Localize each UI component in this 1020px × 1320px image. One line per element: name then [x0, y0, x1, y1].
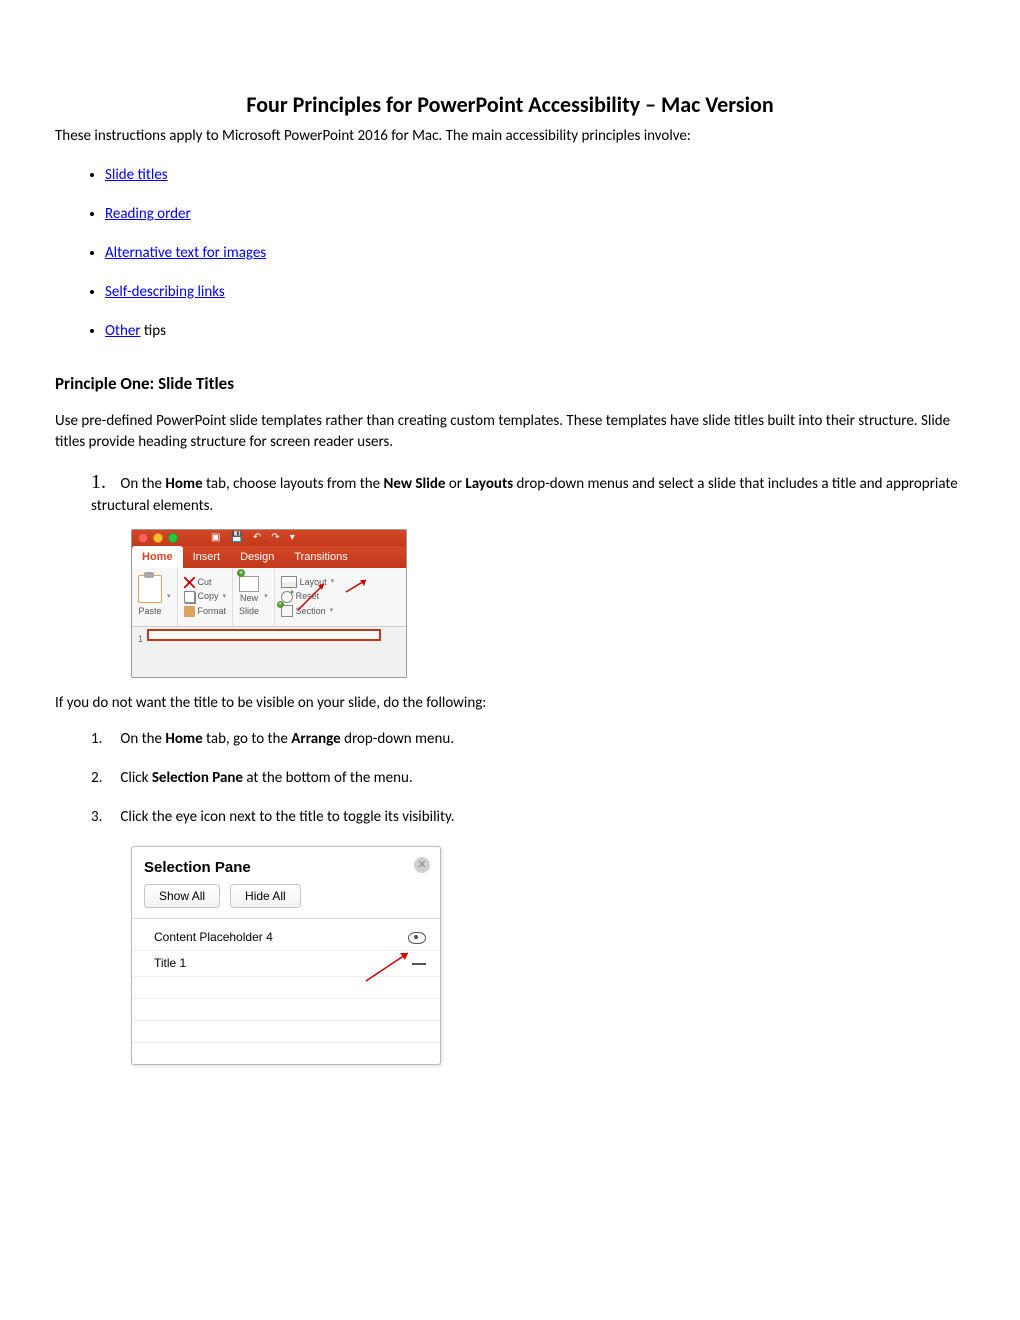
close-icon: ✕ — [414, 857, 430, 873]
qat-icon: ▣ — [211, 531, 220, 545]
tab-home: Home — [132, 546, 183, 568]
window-min-icon — [153, 533, 163, 543]
format-painter-icon — [184, 606, 195, 617]
selection-item-content-placeholder: Content Placeholder 4 — [132, 925, 440, 950]
tab-design: Design — [230, 546, 284, 568]
hide-step-1: 1. On the Home tab, go to the Arrange dr… — [91, 729, 965, 750]
new-slide-label: NewSlide — [239, 592, 259, 617]
link-slide-titles[interactable]: Slide titles — [105, 166, 168, 184]
other-rest: tips — [141, 322, 166, 340]
paste-label: Paste — [138, 605, 162, 618]
page-title: Four Principles for PowerPoint Accessibi… — [55, 90, 965, 121]
eye-visible-icon — [408, 932, 426, 944]
intro-text: These instructions apply to Microsoft Po… — [55, 126, 965, 147]
ribbon-screenshot: ▣ 💾 ↶ ↷ ▾ Home Insert Design Transitions… — [131, 529, 407, 678]
annotation-arrow-icon — [346, 578, 368, 594]
slide-thumbnail — [149, 631, 379, 639]
show-all-button: Show All — [144, 884, 220, 909]
chevron-down-icon: ▾ — [264, 592, 268, 602]
chevron-down-icon: ▾ — [167, 592, 171, 602]
qat-more-icon: ▾ — [290, 531, 295, 545]
window-close-icon — [138, 533, 148, 543]
selection-item-title: Title 1 — [132, 950, 440, 976]
hide-title-intro: If you do not want the title to be visib… — [55, 693, 965, 714]
hide-step-2: 2. Click Selection Pane at the bottom of… — [91, 768, 965, 789]
link-alt-text[interactable]: Alternative text for images — [105, 244, 266, 262]
hide-step-3: 3. Click the eye icon next to the title … — [91, 807, 965, 828]
section-icon — [281, 605, 293, 617]
new-slide-icon — [239, 576, 259, 592]
paste-icon — [138, 575, 162, 603]
slide-number: 1 — [138, 633, 143, 646]
link-self-describing[interactable]: Self-describing links — [105, 283, 225, 301]
save-icon: 💾 — [230, 531, 242, 545]
selection-pane-title: Selection Pane — [132, 847, 440, 884]
undo-icon: ↶ — [253, 531, 261, 545]
copy-icon — [184, 591, 195, 603]
redo-icon: ↷ — [271, 531, 279, 545]
window-max-icon — [168, 533, 178, 543]
cut-icon — [184, 577, 195, 588]
principle-one-heading: Principle One: Slide Titles — [55, 372, 965, 396]
tab-transitions: Transitions — [284, 546, 357, 568]
hide-all-button: Hide All — [230, 884, 301, 909]
selection-pane-screenshot: ✕ Selection Pane Show All Hide All Conte… — [131, 846, 441, 1065]
link-other[interactable]: Other — [105, 322, 141, 340]
eye-hidden-icon — [412, 963, 426, 965]
layout-icon — [281, 576, 297, 588]
step-1: 1. On the Home tab, choose layouts from … — [91, 468, 965, 517]
principle-one-body: Use pre-defined PowerPoint slide templat… — [55, 411, 965, 453]
link-reading-order[interactable]: Reading order — [105, 205, 191, 223]
principles-list: Slide titles Reading order Alternative t… — [105, 165, 965, 342]
tab-insert: Insert — [183, 546, 231, 568]
step-number: 1. — [91, 468, 117, 496]
